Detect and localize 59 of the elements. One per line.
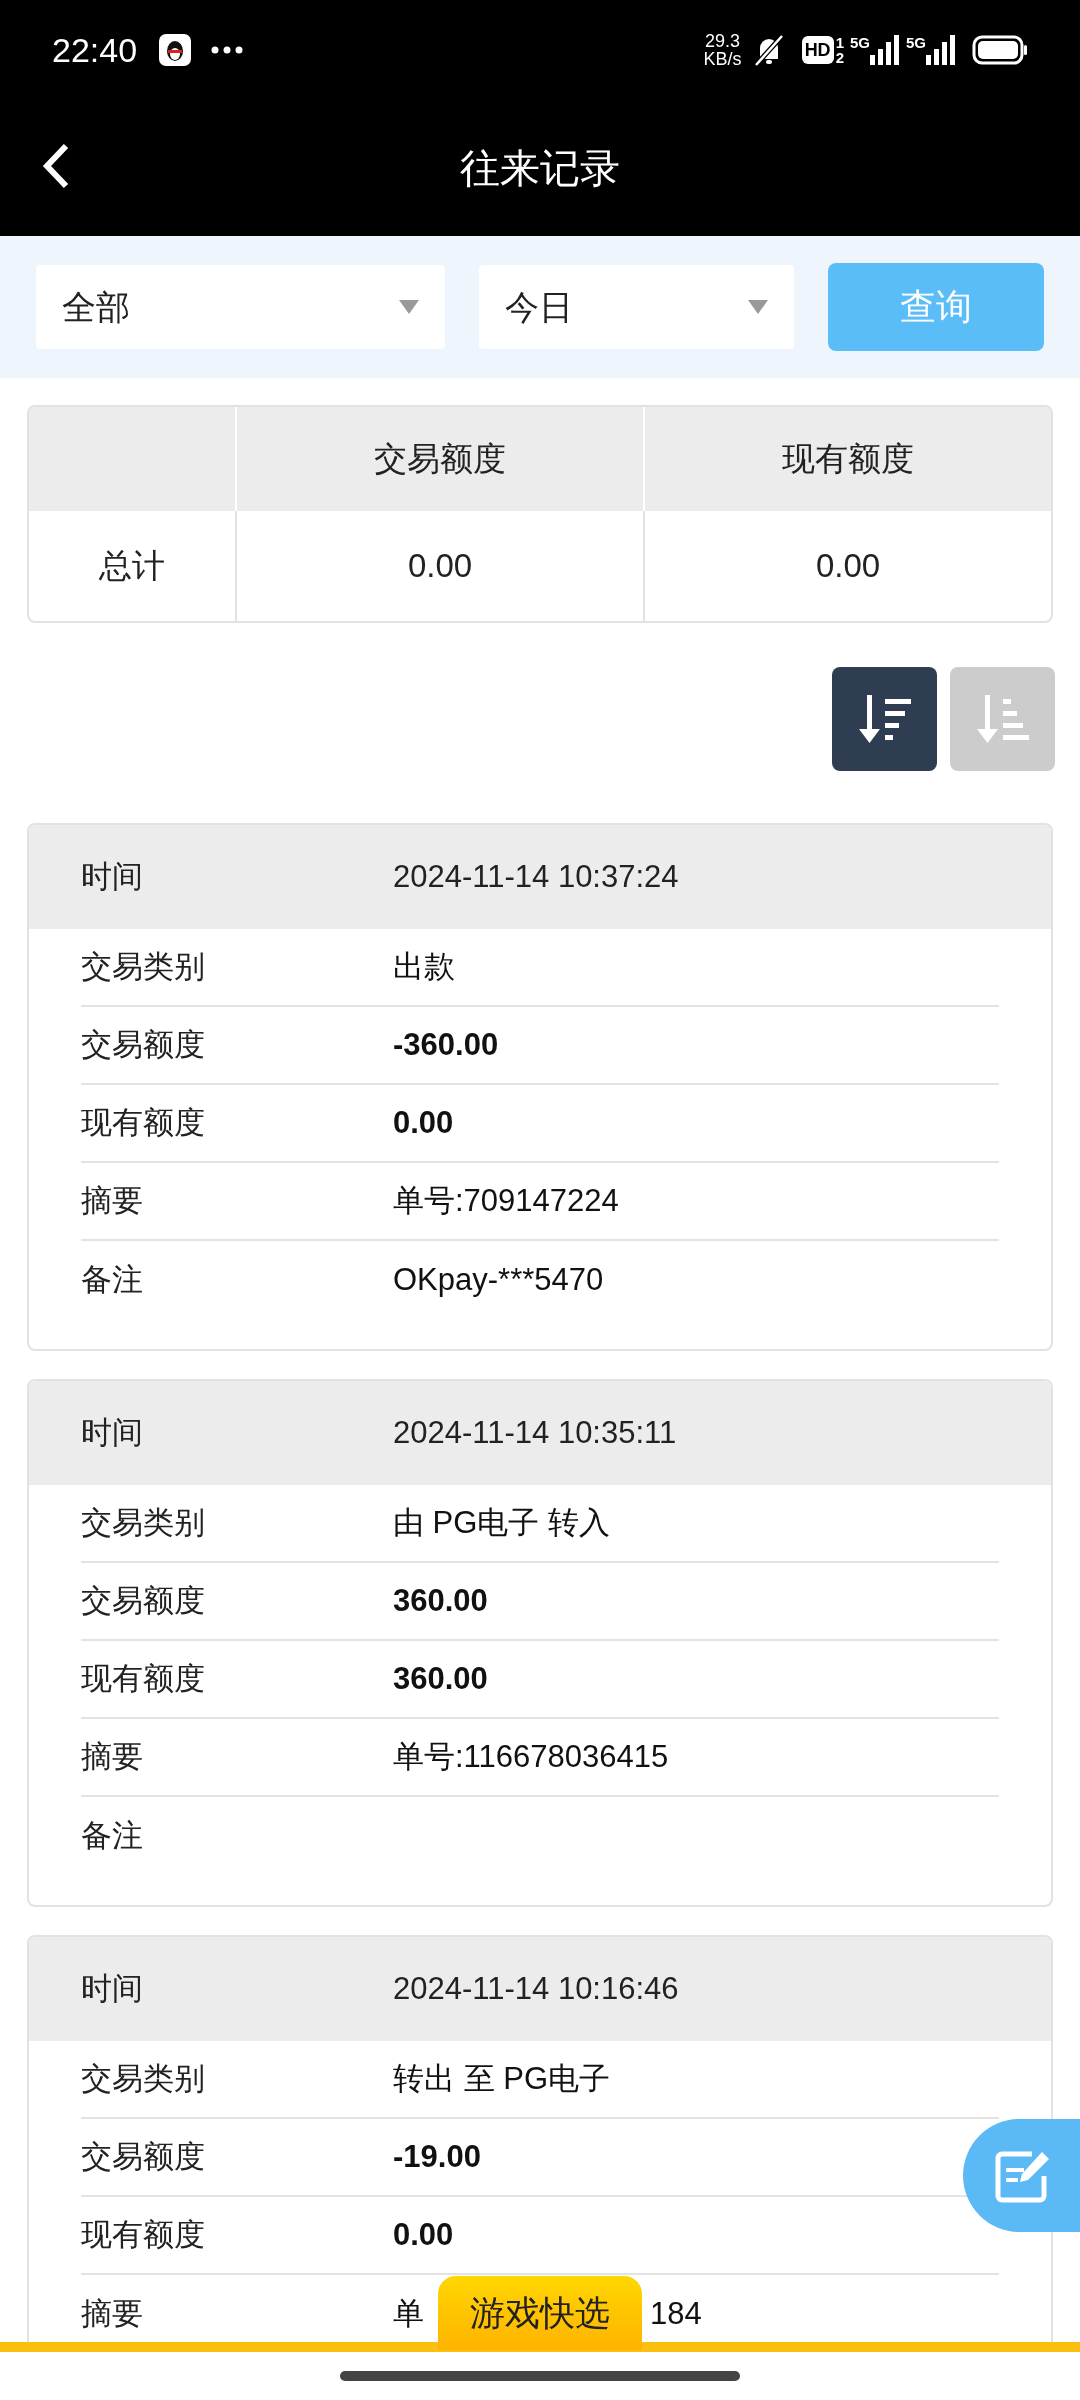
caret-icon <box>399 300 420 314</box>
row-label: 总计 <box>99 546 165 587</box>
field-value: 单 <box>393 2294 424 2333</box>
signal-icon <box>870 35 900 65</box>
column-header: 现有额度 <box>782 439 914 480</box>
field-label: 交易类别 <box>81 1503 206 1542</box>
table-cell-text: 0.00 <box>407 546 473 587</box>
field-value: -19.00 <box>393 2137 481 2176</box>
penguin-app-icon <box>159 34 192 66</box>
caret-icon <box>747 300 768 314</box>
field-label: 交易类别 <box>81 2059 206 2098</box>
table-cell-text: 0.00 <box>815 546 881 587</box>
field-label: 时间 <box>81 1969 144 2008</box>
sort-button[interactable] <box>832 667 937 771</box>
field-value: 184 <box>650 2294 702 2333</box>
field-value: 360.00 <box>393 1581 488 1620</box>
field-label: 时间 <box>81 857 144 896</box>
network-speed: 29.3 <box>705 32 741 50</box>
field-value: 出款 <box>393 947 455 986</box>
more-icon <box>211 46 244 54</box>
period-dropdown[interactable]: 今日 <box>479 265 794 349</box>
battery-icon <box>972 35 1028 65</box>
sim-number: 2 <box>835 50 844 65</box>
game-quick-select-tab[interactable]: 游戏快选 <box>438 2276 642 2350</box>
field-label: 交易额度 <box>81 2137 206 2176</box>
signal-icon <box>926 35 956 65</box>
field-label: 摘要 <box>81 1737 144 1776</box>
network-type: 5G <box>849 35 870 51</box>
field-label: 现有额度 <box>81 1103 206 1142</box>
field-value: 由 PG电子 转入 <box>393 1503 610 1542</box>
field-label: 摘要 <box>81 2294 144 2333</box>
field-label: 时间 <box>81 1413 144 1452</box>
network-speed-unit: KB/s <box>703 50 742 68</box>
type-dropdown[interactable]: 全部 <box>36 265 446 349</box>
hd-badge: HD <box>801 36 834 64</box>
field-label: 摘要 <box>81 1181 144 1220</box>
field-value: 2024-11-14 10:35:11 <box>393 1413 677 1452</box>
field-label: 交易类别 <box>81 947 206 986</box>
field-label: 现有额度 <box>81 2215 206 2254</box>
network-type: 5G <box>906 35 926 51</box>
page-title: 往来记录 <box>460 145 620 192</box>
field-value: 360.00 <box>393 1659 488 1698</box>
field-value: 0.00 <box>393 2215 454 2254</box>
column-header: 交易额度 <box>374 439 506 480</box>
field-value: 2024-11-14 10:16:46 <box>393 1969 679 2008</box>
field-label: 备注 <box>81 1260 144 1299</box>
field-label: 现有额度 <box>81 1659 206 1698</box>
field-label: 交易额度 <box>81 1025 206 1064</box>
field-value: OKpay-***5470 <box>393 1260 604 1299</box>
field-value: 单号:709147224 <box>393 1181 619 1220</box>
field-value: 0.00 <box>393 1103 454 1142</box>
clock: 22:40 <box>52 29 138 71</box>
field-label: 交易额度 <box>81 1581 206 1620</box>
sim-number: 1 <box>835 35 844 50</box>
field-value: -360.00 <box>393 1025 499 1064</box>
field-value: 转出 至 PG电子 <box>393 2059 610 2098</box>
field-value: 单号:116678036415 <box>393 1737 669 1776</box>
field-label: 备注 <box>81 1816 144 1855</box>
field-value: 2024-11-14 10:37:24 <box>393 857 679 896</box>
